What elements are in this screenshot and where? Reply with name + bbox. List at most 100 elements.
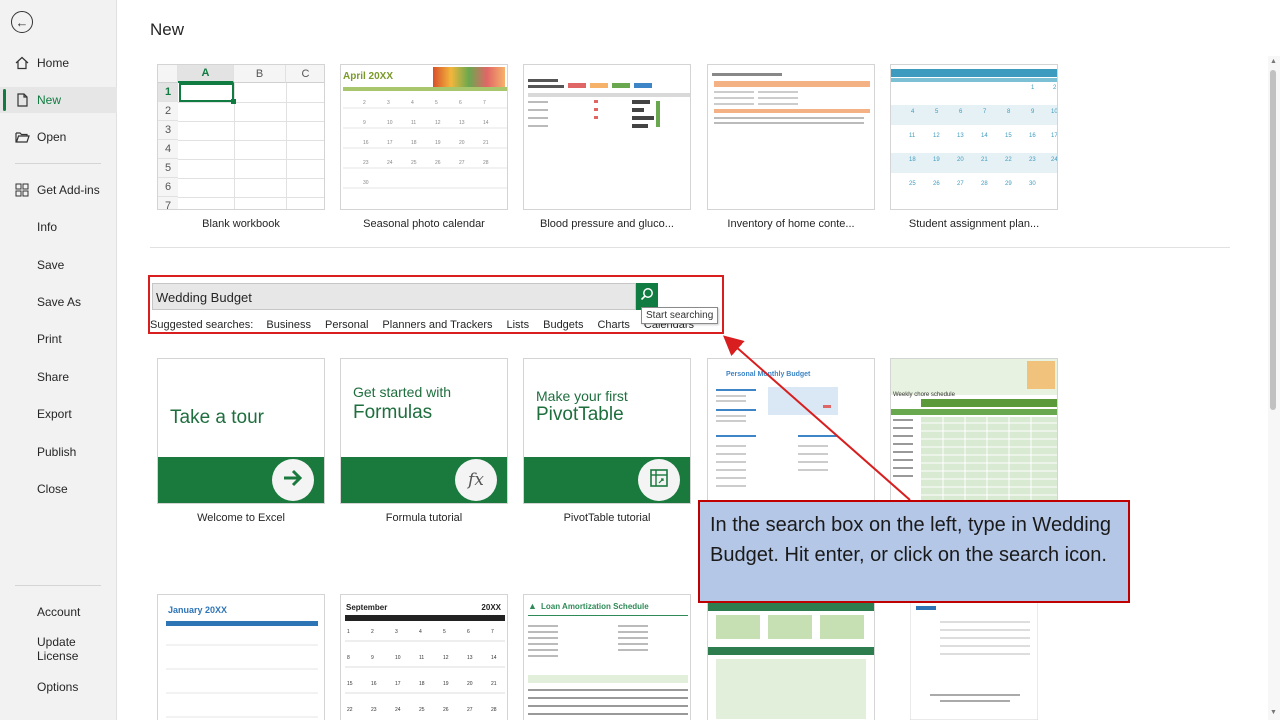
svg-text:25: 25 <box>909 181 916 187</box>
september-preview-grid: 1234567 8 9 10 11 12 13 14 15 16 17 18 19 20 21 22 23… <box>345 615 505 713</box>
back-button[interactable]: ← <box>11 11 33 33</box>
sidebar-item-save-as[interactable]: Save As <box>0 289 117 315</box>
template-pivottable-tutorial[interactable]: Make your first PivotTable <box>523 358 691 504</box>
scroll-down-icon[interactable]: ▼ <box>1270 709 1277 716</box>
sidebar-item-print[interactable]: Print <box>0 326 117 352</box>
svg-text:18: 18 <box>411 140 417 146</box>
row-header: 5 <box>158 159 178 178</box>
svg-text:25: 25 <box>419 707 425 713</box>
sidebar-item-export[interactable]: Export <box>0 401 117 427</box>
svg-text:17: 17 <box>387 140 393 146</box>
template-invoice[interactable] <box>890 594 1058 720</box>
template-loan-amortization[interactable]: ▲ Loan Amortization Schedule <box>523 594 691 720</box>
svg-text:18: 18 <box>909 157 916 163</box>
sidebar-item-info[interactable]: Info <box>0 214 117 240</box>
scroll-up-icon[interactable]: ▲ <box>1270 58 1277 65</box>
column-header: B <box>234 65 286 83</box>
grid-line <box>178 197 324 198</box>
svg-text:25: 25 <box>411 160 417 166</box>
svg-text:19: 19 <box>443 681 449 687</box>
annotation-highlight-box <box>148 275 724 334</box>
svg-text:27: 27 <box>957 181 964 187</box>
excel-new-backstage: ← Home New Open Get Add-ins Info Save Sa… <box>0 0 1280 720</box>
template-weekly-schedule-planner[interactable] <box>707 594 875 720</box>
sidebar-item-label: Export <box>37 407 72 421</box>
svg-text:21: 21 <box>981 157 988 163</box>
svg-text:16: 16 <box>363 140 369 146</box>
scrollbar-thumb[interactable] <box>1270 70 1276 410</box>
svg-text:5: 5 <box>443 629 446 635</box>
tile-icon-circle <box>638 459 680 501</box>
sidebar-item-home[interactable]: Home <box>0 50 117 76</box>
template-formula-tutorial[interactable]: Get started with Formulas fx <box>340 358 508 504</box>
svg-text:19: 19 <box>435 140 441 146</box>
svg-text:21: 21 <box>483 140 489 146</box>
chore-preview-grid <box>891 399 1057 503</box>
preview-title: January 20XX <box>168 605 228 615</box>
template-home-inventory[interactable] <box>707 64 875 210</box>
svg-text:20: 20 <box>957 157 964 163</box>
svg-text:9: 9 <box>371 655 374 661</box>
template-january-calendar[interactable]: January 20XX <box>157 594 325 720</box>
svg-text:26: 26 <box>443 707 449 713</box>
loan-preview <box>528 615 688 715</box>
preview-title: Weekly chore schedule <box>893 392 955 398</box>
svg-text:18: 18 <box>419 681 425 687</box>
svg-text:13: 13 <box>957 133 964 139</box>
planner-preview: 12 4 5 6 7 8 9 10 11 12 13 14 15 16 17 18 19 20 21 22 23 2… <box>891 69 1057 187</box>
blood-pressure-preview <box>528 79 690 128</box>
grid-line <box>178 121 324 122</box>
svg-text:3: 3 <box>395 629 398 635</box>
preview-year: 20XX <box>481 603 501 612</box>
svg-text:15: 15 <box>347 681 353 687</box>
svg-text:6: 6 <box>467 629 470 635</box>
svg-text:23: 23 <box>363 160 369 166</box>
row-header: 6 <box>158 178 178 197</box>
svg-text:27: 27 <box>459 160 465 166</box>
sidebar-item-share[interactable]: Share <box>0 364 117 390</box>
svg-text:26: 26 <box>435 160 441 166</box>
tile-icon-circle: fx <box>455 459 497 501</box>
sidebar-item-account[interactable]: Account <box>0 599 117 625</box>
preview-title: Loan Amortization Schedule <box>541 602 649 611</box>
home-icon <box>0 56 37 70</box>
calendar-header-band <box>343 87 507 91</box>
tile-subheading: Get started with <box>353 384 452 400</box>
svg-text:28: 28 <box>981 181 988 187</box>
sidebar-item-open[interactable]: Open <box>0 124 117 150</box>
template-september-calendar[interactable]: September 20XX 1234567 8 9 10 11 12 13 14 15 16… <box>340 594 508 720</box>
sidebar-item-label: Save As <box>37 295 82 309</box>
template-weekly-chore-schedule[interactable]: Weekly chore schedule <box>890 358 1058 504</box>
sidebar-item-save[interactable]: Save <box>0 252 117 278</box>
template-blood-pressure-tracker[interactable] <box>523 64 691 210</box>
template-blank-workbook[interactable]: A B C 1 2 3 4 5 6 7 <box>157 64 325 210</box>
svg-text:7: 7 <box>483 100 486 106</box>
corner-cell <box>158 65 178 83</box>
blank-workbook-preview: A B C 1 2 3 4 5 6 7 <box>158 65 324 209</box>
template-personal-monthly-budget[interactable]: Personal Monthly Budget <box>707 358 875 504</box>
sidebar-item-options[interactable]: Options <box>0 674 117 700</box>
svg-text:9: 9 <box>363 120 366 126</box>
sidebar-item-new[interactable]: New <box>0 87 117 113</box>
arrow-right-icon <box>282 469 304 492</box>
svg-text:8: 8 <box>347 655 350 661</box>
sidebar-item-get-addins[interactable]: Get Add-ins <box>0 177 117 203</box>
svg-text:24: 24 <box>387 160 393 166</box>
template-student-assignment-planner[interactable]: 12 4 5 6 7 8 9 10 11 12 13 14 15 16 17 18 19 20 21 22 23 2… <box>890 64 1058 210</box>
sidebar-item-label: Account <box>37 605 81 619</box>
svg-text:16: 16 <box>371 681 377 687</box>
sidebar-item-update-license[interactable]: Update License <box>0 635 117 663</box>
row-header: 2 <box>158 102 178 121</box>
instruction-callout: In the search box on the left, type in W… <box>698 500 1130 603</box>
template-welcome-to-excel[interactable]: Take a tour <box>157 358 325 504</box>
preview-title: September <box>346 603 388 612</box>
svg-text:28: 28 <box>491 707 497 713</box>
backstage-sidebar: ← Home New Open Get Add-ins Info Save Sa… <box>0 0 117 720</box>
svg-text:14: 14 <box>981 133 988 139</box>
column-header: A <box>178 65 234 83</box>
sidebar-item-label: Save <box>37 258 65 272</box>
row-header: 7 <box>158 197 178 209</box>
sidebar-item-close[interactable]: Close <box>0 476 117 502</box>
template-seasonal-photo-calendar[interactable]: April 20XX 234567 9 10 11 12 13 14 16 17 18 19 20… <box>340 64 508 210</box>
sidebar-item-publish[interactable]: Publish <box>0 439 117 465</box>
